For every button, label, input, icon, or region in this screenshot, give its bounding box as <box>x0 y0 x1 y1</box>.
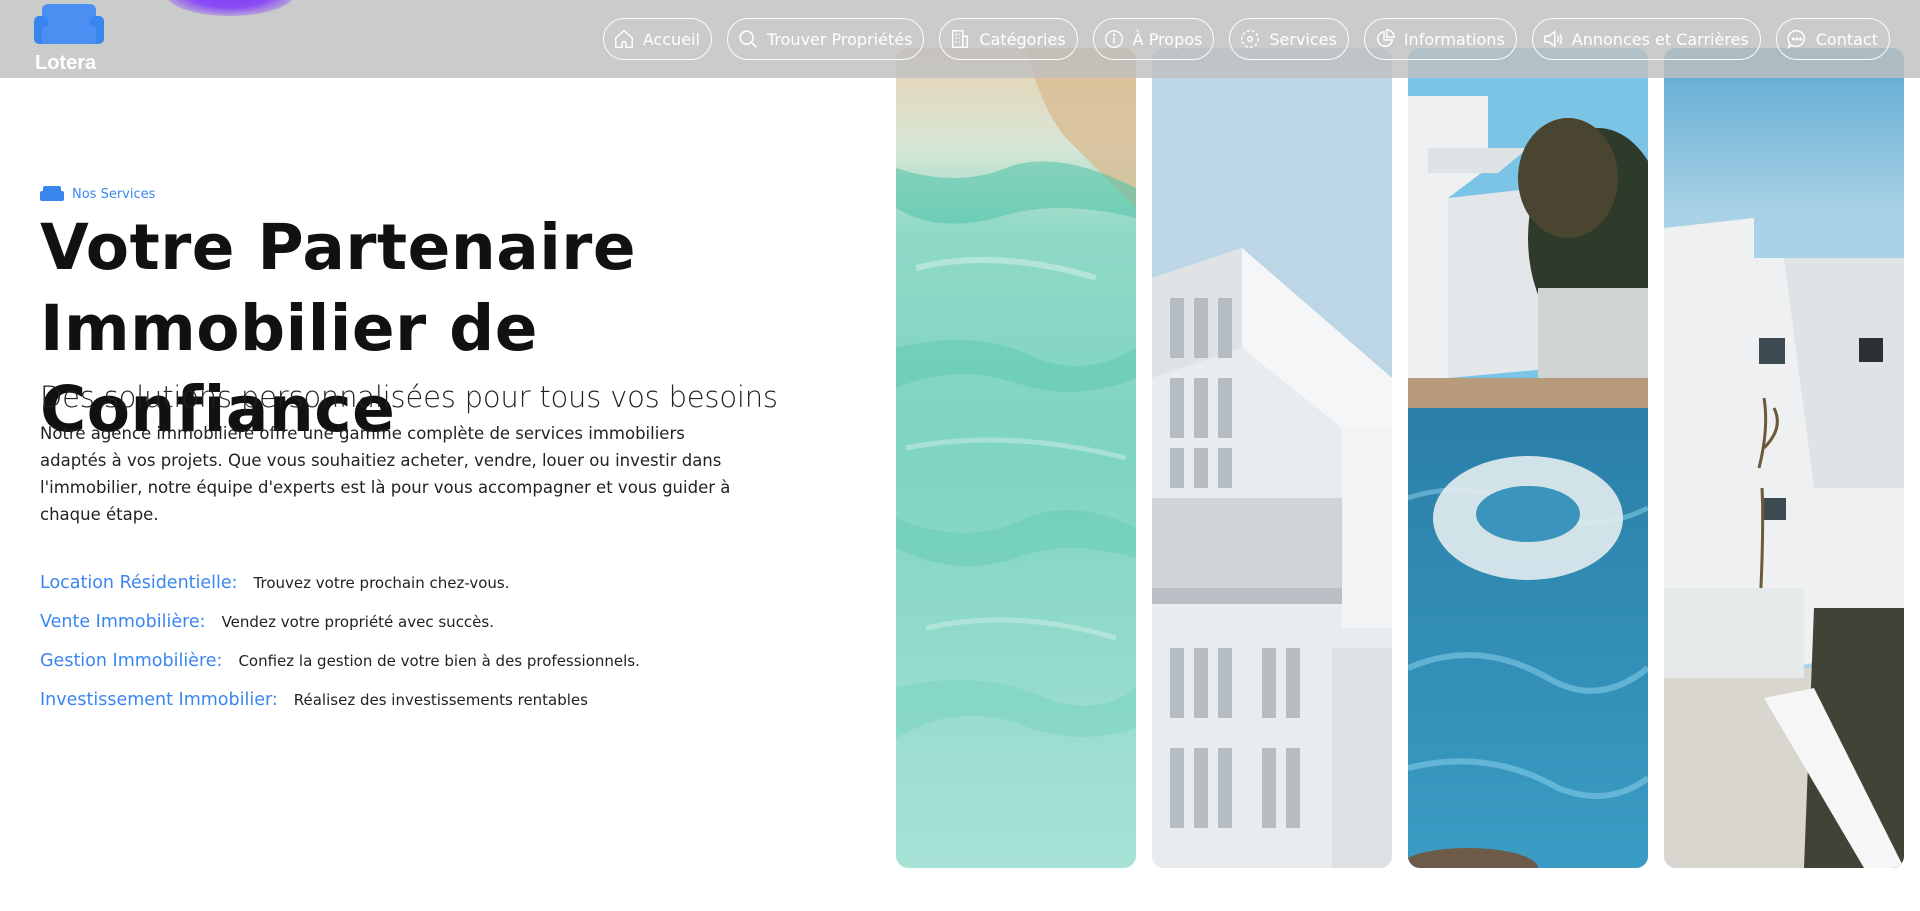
pie-chart-icon <box>1376 29 1395 47</box>
services-icon <box>1241 30 1260 48</box>
nav-trouver-proprietes[interactable]: Trouver Propriétés <box>726 18 925 60</box>
nav-label: Annonces et Carrières <box>1571 29 1749 49</box>
nav-label: À Propos <box>1132 29 1203 49</box>
building-icon <box>952 30 969 48</box>
nav-informations[interactable]: Informations <box>1363 18 1517 60</box>
page-subtitle: Des solutions personnalisées pour tous v… <box>40 380 778 414</box>
nav-services[interactable]: Services <box>1229 18 1349 60</box>
service-description: Trouvez votre prochain chez-vous. <box>253 574 510 592</box>
service-title: Vente Immobilière: <box>40 612 206 632</box>
nav-label: Services <box>1269 29 1337 49</box>
brand-name: Lotera <box>35 52 97 74</box>
nav-label: Catégories <box>979 29 1066 49</box>
section-badge: Nos Services <box>40 186 155 202</box>
search-icon <box>739 30 757 48</box>
sofa-icon <box>34 4 104 44</box>
title-line-1: Votre Partenaire <box>40 211 637 284</box>
nav-label: Trouver Propriétés <box>766 29 913 49</box>
pool-float-photo <box>1408 48 1648 868</box>
pool-water-photo <box>896 48 1136 868</box>
nav-a-propos[interactable]: À Propos <box>1092 18 1215 60</box>
service-title: Gestion Immobilière: <box>40 651 223 671</box>
megaphone-icon <box>1543 30 1562 48</box>
service-item: Gestion Immobilière: Confiez la gestion … <box>40 651 640 690</box>
decorative-blob <box>165 0 295 16</box>
service-description: Réalisez des investissements rentables <box>293 691 588 709</box>
nav-label: Contact <box>1815 29 1878 49</box>
nav-label: Informations <box>1403 29 1505 49</box>
white-building-photo <box>1152 48 1392 868</box>
top-nav-bar: Lotera Accueil Trouver Propriétés Catégo… <box>0 0 1920 78</box>
white-house-photo <box>1664 48 1904 868</box>
service-title: Investissement Immobilier: <box>40 690 278 710</box>
home-icon <box>614 30 633 48</box>
nav-label: Accueil <box>642 29 700 49</box>
service-title: Location Résidentielle: <box>40 573 238 593</box>
main-nav: Accueil Trouver Propriétés Catégories À … <box>602 18 1890 60</box>
brand-logo[interactable]: Lotera <box>30 4 106 76</box>
chat-icon <box>1787 30 1805 50</box>
sofa-icon <box>40 186 64 201</box>
description-paragraph: Notre agence immobilière offre une gamme… <box>40 424 731 524</box>
services-list: Location Résidentielle: Trouvez votre pr… <box>40 573 640 729</box>
nav-accueil[interactable]: Accueil <box>602 18 712 60</box>
badge-label: Nos Services <box>72 186 156 202</box>
info-icon <box>1104 30 1123 48</box>
service-description: Vendez votre propriété avec succès. <box>221 613 494 631</box>
nav-annonces-carrieres[interactable]: Annonces et Carrières <box>1531 18 1761 60</box>
nav-categories[interactable]: Catégories <box>939 18 1078 60</box>
service-description: Confiez la gestion de votre bien à des p… <box>238 652 640 670</box>
page: Lotera Accueil Trouver Propriétés Catégo… <box>0 0 1920 911</box>
nav-contact[interactable]: Contact <box>1775 18 1890 60</box>
service-item: Location Résidentielle: Trouvez votre pr… <box>40 573 640 612</box>
service-item: Investissement Immobilier: Réalisez des … <box>40 690 640 729</box>
service-item: Vente Immobilière: Vendez votre propriét… <box>40 612 640 651</box>
